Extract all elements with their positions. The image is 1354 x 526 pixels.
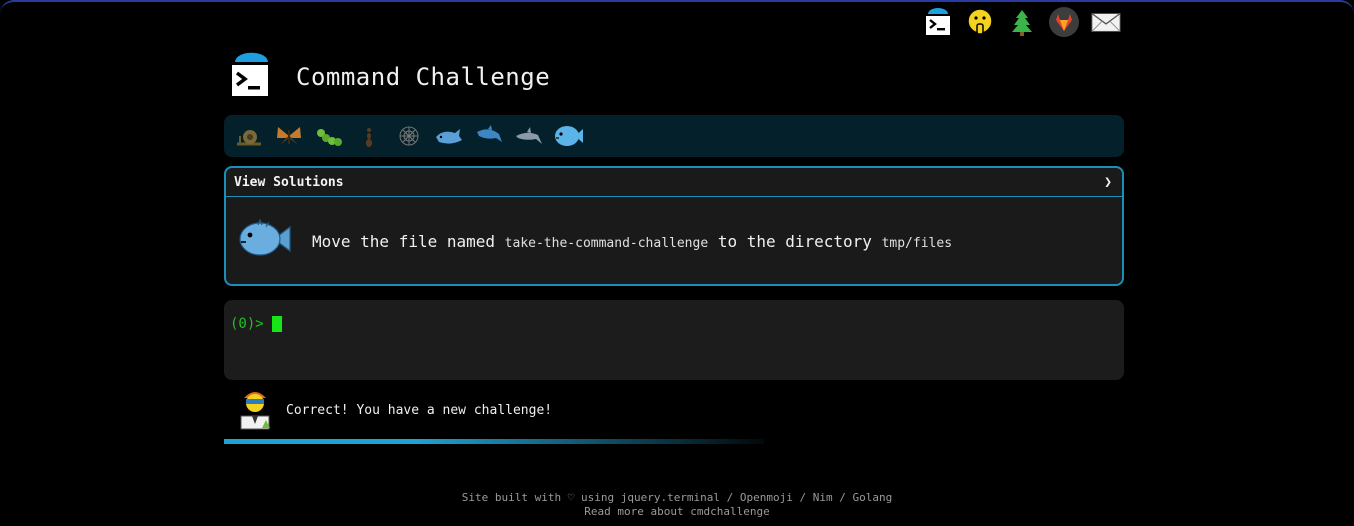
terminal-cursor	[271, 316, 282, 332]
caterpillar-icon[interactable]	[312, 119, 346, 153]
dolphin-grey-icon[interactable]	[512, 119, 546, 153]
feedback: Correct! You have a new challenge!	[236, 386, 552, 434]
tree-icon[interactable]	[1006, 6, 1038, 38]
header: Command Challenge	[226, 52, 550, 102]
feedback-message: Correct! You have a new challenge!	[286, 402, 553, 418]
web-icon[interactable]	[392, 119, 426, 153]
challenge-text: Move the file named take-the-command-cha…	[312, 232, 952, 251]
view-solutions-toggle[interactable]: View Solutions ❯	[226, 168, 1122, 197]
butterfly-icon[interactable]	[272, 119, 306, 153]
gitlab-icon[interactable]	[1048, 6, 1080, 38]
challenge-text-before: Move the file named	[312, 231, 496, 251]
chevron-right-icon: ❯	[1104, 174, 1112, 190]
read-more-link[interactable]: Read more about cmdchallenge	[584, 505, 769, 518]
whale-icon[interactable]	[432, 119, 466, 153]
prompt-text: (0)>	[230, 316, 264, 332]
top-icon-bar	[922, 6, 1122, 38]
terminal-prompt: (0)>	[230, 316, 282, 332]
footer: Site built with ♡ using jquery.terminal …	[0, 491, 1354, 519]
terminal-logo-icon[interactable]	[922, 6, 954, 38]
app-logo-icon	[226, 52, 282, 102]
terminal[interactable]: (0)>	[224, 300, 1124, 380]
challenge-filename: take-the-command-challenge	[504, 235, 709, 251]
hacker-avatar-icon	[236, 386, 274, 434]
blowfish-icon[interactable]	[552, 119, 586, 153]
shushing-face-icon[interactable]	[964, 6, 996, 38]
footer-credits: Site built with ♡ using jquery.terminal …	[461, 491, 893, 504]
level-bar	[224, 115, 1124, 157]
challenge-text-middle: to the directory	[717, 231, 872, 251]
page-title: Command Challenge	[296, 63, 551, 91]
snail-icon[interactable]	[232, 119, 266, 153]
challenge-dirname: tmp/files	[881, 235, 953, 251]
progress-bar	[224, 439, 764, 444]
blowfish-icon	[236, 217, 292, 265]
mail-icon[interactable]	[1090, 6, 1122, 38]
ant-icon[interactable]	[352, 119, 386, 153]
dolphin-blue-icon[interactable]	[472, 119, 506, 153]
app-window: Command Challenge View Solutions ❯ Move …	[0, 0, 1354, 526]
challenge-panel: View Solutions ❯ Move the file named tak…	[224, 166, 1124, 286]
challenge-body: Move the file named take-the-command-cha…	[226, 197, 1122, 285]
view-solutions-label: View Solutions	[234, 174, 344, 190]
